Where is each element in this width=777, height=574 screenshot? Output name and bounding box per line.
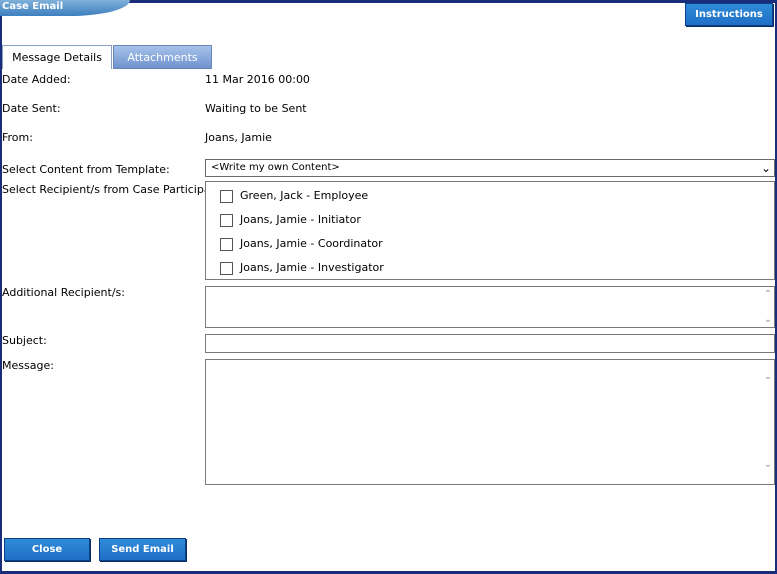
date-added-label: Date Added:: [2, 73, 71, 86]
from-label: From:: [2, 131, 33, 144]
recipient-item-joans-jamie-coordinator[interactable]: Joans, Jamie - Coordinator: [220, 237, 383, 253]
chevron-down-icon[interactable]: ⌄: [761, 160, 771, 176]
checkbox[interactable]: [220, 261, 233, 275]
date-sent-label: Date Sent:: [2, 102, 61, 115]
checkbox[interactable]: [220, 213, 233, 227]
template-label: Select Content from Template:: [2, 163, 170, 176]
date-added-value: 11 Mar 2016 00:00: [205, 73, 310, 86]
template-select[interactable]: <Write my own Content> ⌄: [205, 159, 775, 177]
from-value: Joans, Jamie: [205, 131, 272, 144]
subject-field[interactable]: [205, 334, 775, 353]
additional-recipients-field[interactable]: ⌃ ⌄: [205, 286, 775, 328]
recipient-item-joans-jamie-investigator[interactable]: Joans, Jamie - Investigator: [220, 261, 384, 277]
scroll-up-icon[interactable]: ⌃: [763, 289, 773, 300]
recipient-item-joans-jamie-initiator[interactable]: Joans, Jamie - Initiator: [220, 213, 361, 229]
recipient-label: Joans, Jamie - Coordinator: [240, 237, 383, 250]
recipients-list: Green, Jack - Employee Joans, Jamie - In…: [205, 181, 775, 280]
recipient-label: Joans, Jamie - Initiator: [240, 213, 361, 226]
recipients-label: Select Recipient/s from Case Participant…: [2, 183, 232, 196]
close-button[interactable]: Close: [4, 538, 90, 561]
checkbox[interactable]: [220, 237, 233, 251]
recipient-label: Joans, Jamie - Investigator: [240, 261, 384, 274]
send-email-button[interactable]: Send Email: [99, 538, 186, 561]
message-label: Message:: [2, 359, 54, 372]
checkbox[interactable]: [220, 189, 233, 203]
tab-attachments[interactable]: Attachments: [113, 45, 212, 69]
subject-label: Subject:: [2, 334, 47, 347]
scroll-up-icon[interactable]: ⌃: [763, 376, 773, 387]
instructions-button[interactable]: Instructions: [685, 3, 773, 26]
tab-message-details[interactable]: Message Details: [2, 45, 112, 69]
scroll-down-icon[interactable]: ⌄: [763, 314, 773, 325]
recipient-label: Green, Jack - Employee: [240, 189, 369, 202]
recipient-item-green-jack-employee[interactable]: Green, Jack - Employee: [220, 189, 368, 205]
additional-recipients-label: Additional Recipient/s:: [2, 286, 125, 299]
scroll-down-icon[interactable]: ⌄: [763, 459, 773, 470]
date-sent-value: Waiting to be Sent: [205, 102, 307, 115]
template-selected-value: <Write my own Content>: [211, 162, 340, 173]
message-field[interactable]: ⌃ ⌄: [205, 359, 775, 485]
